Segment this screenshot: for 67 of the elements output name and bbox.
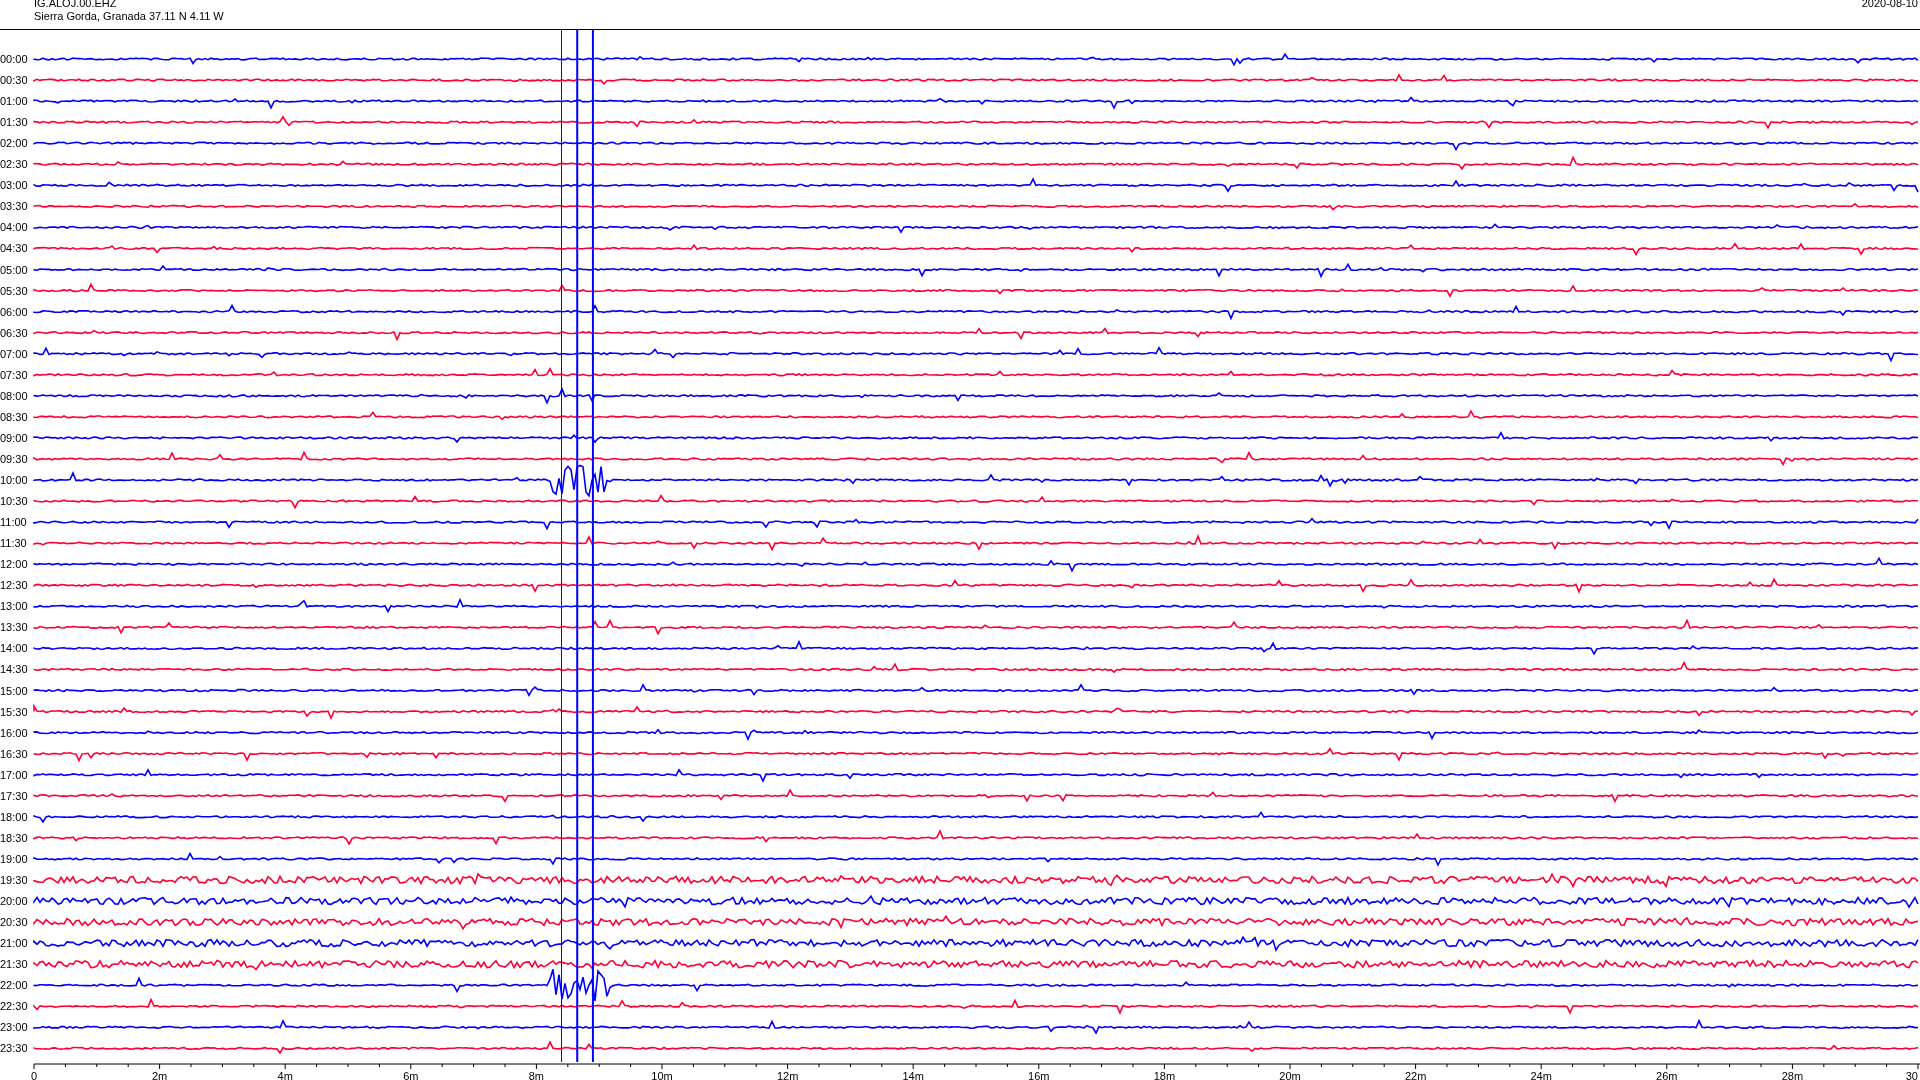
time-label: 14:30 [0,663,28,676]
station-location: Sierra Gorda, Granada 37.11 N 4.11 W [34,10,224,23]
axis-tick-label: 12m [776,1070,799,1080]
time-label: 18:00 [0,810,28,823]
time-label: 14:00 [0,642,28,655]
time-label: 22:00 [0,979,28,992]
time-label: 23:00 [0,1021,28,1034]
time-label: 03:00 [0,179,28,192]
time-label: 00:30 [0,74,28,87]
time-label: 10:30 [0,495,28,508]
time-label: 13:00 [0,600,28,613]
time-label: 11:30 [0,537,27,550]
time-label: 00:00 [0,53,28,65]
time-label: 07:00 [0,347,28,360]
time-label: 17:30 [0,789,28,802]
date-label: 2020-08-10 [1861,0,1918,11]
time-label: 16:00 [0,726,28,739]
time-label: 12:30 [0,579,28,592]
time-label: 09:00 [0,431,28,444]
time-label: 04:30 [0,242,28,255]
time-label: 22:30 [0,1000,28,1013]
station-code: IG.ALOJ.00.EHZ [34,0,118,10]
time-label: 05:30 [0,284,28,297]
time-label: 19:00 [0,852,28,865]
time-label: 17:00 [0,768,28,781]
time-label: 02:00 [0,137,28,150]
time-label: 06:30 [0,326,28,339]
axis-tick-label: 2m [151,1070,168,1080]
time-label: 21:30 [0,958,28,971]
axis-tick-label: 14m [902,1070,924,1080]
time-label: 05:00 [0,263,28,276]
axis-tick-label: 16m [1028,1070,1050,1080]
time-label: 03:30 [0,200,28,213]
time-label: 08:30 [0,410,28,423]
axis-tick-label: 22m [1404,1070,1427,1080]
axis-tick-label: 10m [651,1070,673,1080]
time-label: 11:00 [0,516,27,529]
time-label: 16:30 [0,747,28,760]
axis-tick-label: 4m [277,1070,293,1080]
time-label: 13:30 [0,621,28,634]
time-label: 06:00 [0,305,28,318]
time-label: 15:30 [0,705,28,718]
axis-tick-label: 0 [31,1070,38,1080]
axis-tick-label: 26m [1656,1070,1678,1080]
time-label: 20:30 [0,916,28,929]
axis-tick-label: 24m [1530,1070,1552,1080]
time-label: 12:00 [0,558,28,571]
time-label: 21:00 [0,937,28,950]
axis-tick-label: 18m [1153,1070,1176,1080]
time-label: 15:00 [0,684,28,697]
time-label: 20:00 [0,895,28,907]
axis-tick-label: 20m [1279,1070,1301,1080]
time-label: 18:30 [0,831,28,844]
axis-tick-label: 30 [1905,1070,1918,1080]
axis-tick-label: 28m [1781,1070,1804,1080]
axis-tick-label: 6m [403,1070,419,1080]
time-label: 19:30 [0,873,28,886]
time-label: 02:30 [0,158,28,171]
time-label: 04:00 [0,221,28,234]
time-label: 07:30 [0,368,28,381]
time-label: 09:30 [0,452,28,465]
time-label: 01:00 [0,95,28,108]
time-label: 08:00 [0,389,28,402]
axis-tick-label: 8m [528,1070,545,1080]
time-label: 10:00 [0,474,28,486]
time-label: 01:30 [0,116,28,129]
time-label: 23:30 [0,1042,28,1055]
